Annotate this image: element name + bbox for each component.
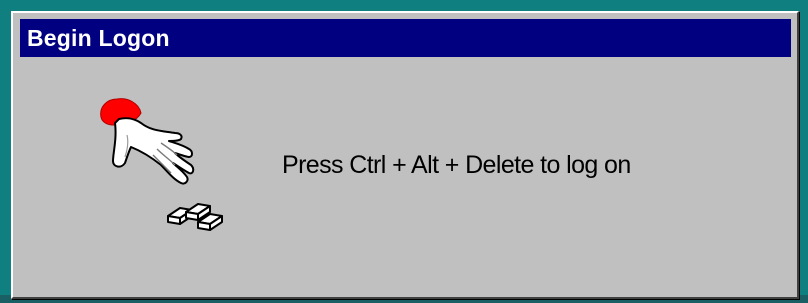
logon-instruction: Press Ctrl + Alt + Delete to log on	[282, 151, 631, 179]
title-bar[interactable]: Begin Logon	[20, 19, 791, 57]
keyboard-keys-icon	[164, 198, 226, 236]
window-title: Begin Logon	[27, 24, 170, 51]
dialog-content: Press Ctrl + Alt + Delete to log on	[13, 63, 797, 297]
logon-dialog: Begin Logon Press Ctrl + Alt + Delete to…	[11, 11, 799, 299]
hand-pressing-icon	[97, 95, 207, 187]
